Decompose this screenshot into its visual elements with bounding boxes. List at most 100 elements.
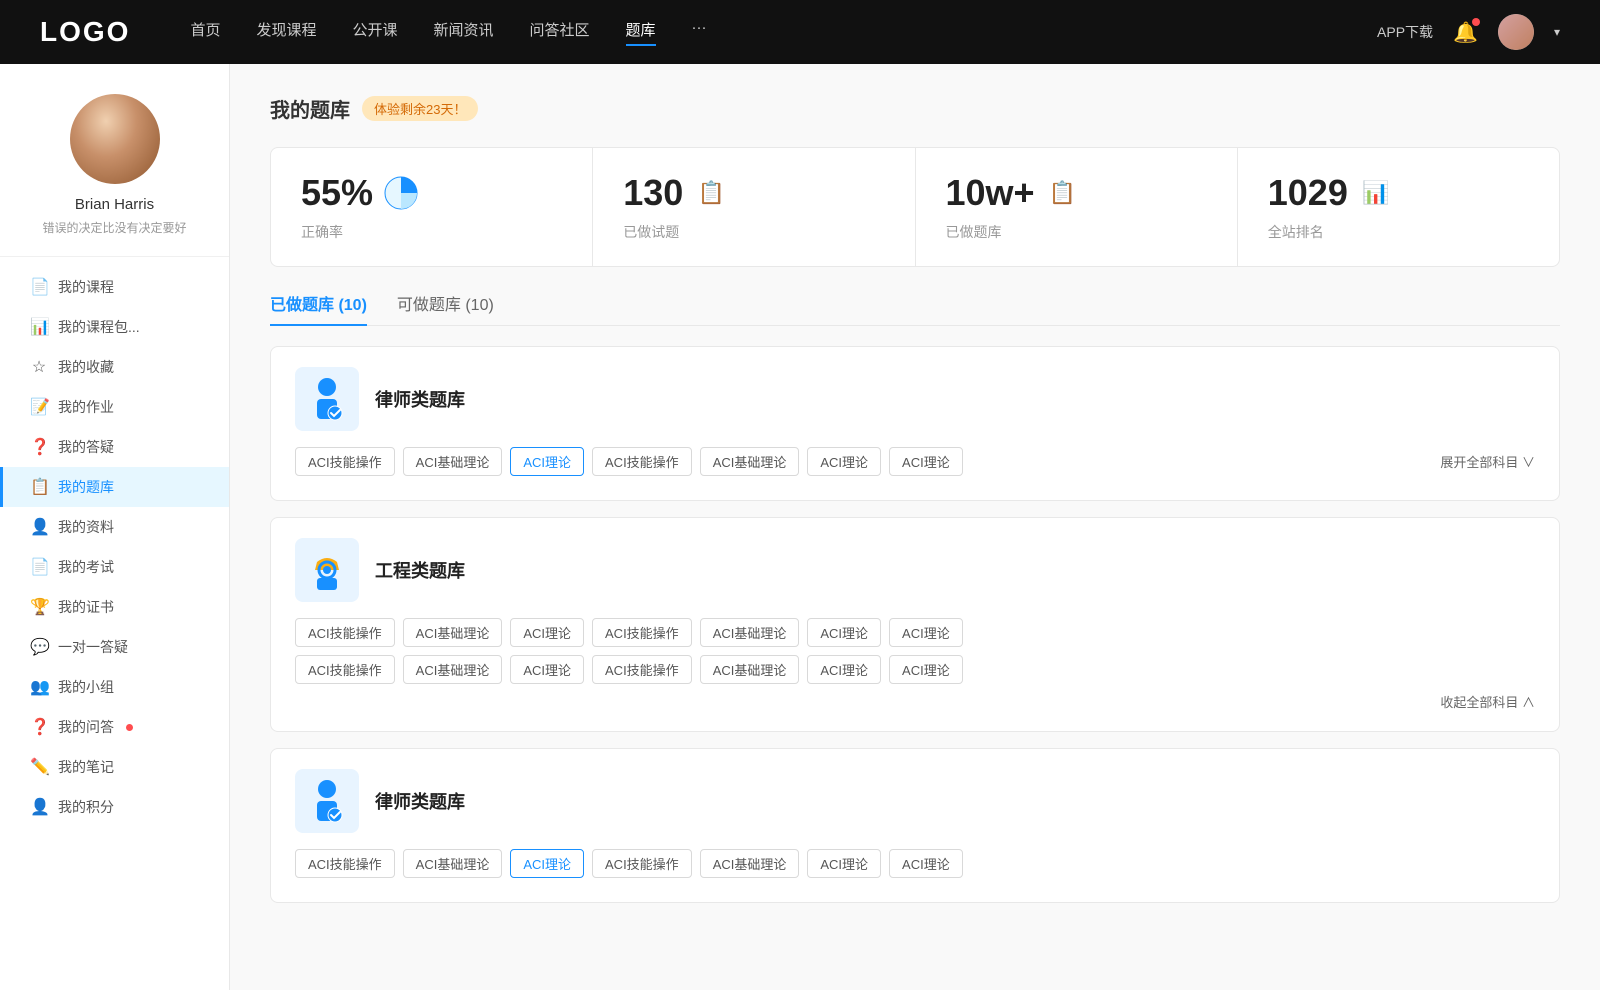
sidebar-item-1[interactable]: 📊 我的课程包... xyxy=(0,307,229,347)
tag-1-0[interactable]: ACI技能操作 xyxy=(295,618,395,647)
tag2-1-2[interactable]: ACI理论 xyxy=(510,655,584,684)
tag-2-2[interactable]: ACI理论 xyxy=(510,849,584,878)
avatar xyxy=(70,94,160,184)
layout: Brian Harris 错误的决定比没有决定要好 📄 我的课程 📊 我的课程包… xyxy=(0,64,1600,990)
engineer-icon xyxy=(307,546,347,594)
tag-0-2[interactable]: ACI理论 xyxy=(510,447,584,476)
tag2-1-1[interactable]: ACI基础理论 xyxy=(403,655,503,684)
tag-0-1[interactable]: ACI基础理论 xyxy=(403,447,503,476)
stat-icon-0 xyxy=(383,175,419,211)
bank-card-2: 律师类题库 ACI技能操作ACI基础理论ACI理论ACI技能操作ACI基础理论A… xyxy=(270,748,1560,903)
tag-0-3[interactable]: ACI技能操作 xyxy=(592,447,692,476)
sidebar-item-9[interactable]: 💬 一对一答疑 xyxy=(0,627,229,667)
tag-1-3[interactable]: ACI技能操作 xyxy=(592,618,692,647)
sidebar-item-3[interactable]: 📝 我的作业 xyxy=(0,387,229,427)
tag-1-2[interactable]: ACI理论 xyxy=(510,618,584,647)
stat-top-3: 1029 📊 xyxy=(1268,172,1529,214)
stat-card-0: 55% 正确率 xyxy=(271,148,593,266)
nav-item-5[interactable]: 题库 xyxy=(626,19,656,46)
expand-link-0[interactable]: 展开全部科目 ∨ xyxy=(1440,452,1535,471)
tag-0-4[interactable]: ACI基础理论 xyxy=(700,447,800,476)
tag-1-4[interactable]: ACI基础理论 xyxy=(700,618,800,647)
tag-1-6[interactable]: ACI理论 xyxy=(889,618,963,647)
tag-2-6[interactable]: ACI理论 xyxy=(889,849,963,878)
tag-2-0[interactable]: ACI技能操作 xyxy=(295,849,395,878)
nav-menu: 首页 发现课程 公开课 新闻资讯 问答社区 题库 ··· xyxy=(190,19,1377,46)
sidebar-item-8[interactable]: 🏆 我的证书 xyxy=(0,587,229,627)
stat-card-1: 130 📋 已做试题 xyxy=(593,148,915,266)
tag-1-5[interactable]: ACI理论 xyxy=(807,618,881,647)
doc-green-icon: 📋 xyxy=(698,180,725,206)
tab-0[interactable]: 已做题库 (10) xyxy=(270,291,367,325)
sidebar-item-10[interactable]: 👥 我的小组 xyxy=(0,667,229,707)
pie-chart-icon xyxy=(383,175,419,211)
tab-1[interactable]: 可做题库 (10) xyxy=(397,291,494,325)
tag-0-0[interactable]: ACI技能操作 xyxy=(295,447,395,476)
menu-label-13: 我的积分 xyxy=(58,797,114,817)
tag-1-1[interactable]: ACI基础理论 xyxy=(403,618,503,647)
stat-value-0: 55% xyxy=(301,172,373,214)
collapse-link-1[interactable]: 收起全部科目 ∧ xyxy=(295,692,1535,711)
tag-2-4[interactable]: ACI基础理论 xyxy=(700,849,800,878)
menu-label-1: 我的课程包... xyxy=(58,317,140,337)
sidebar-item-6[interactable]: 👤 我的资料 xyxy=(0,507,229,547)
tag2-1-5[interactable]: ACI理论 xyxy=(807,655,881,684)
stat-label-3: 全站排名 xyxy=(1268,222,1529,242)
menu-label-0: 我的课程 xyxy=(58,277,114,297)
stat-icon-3: 📊 xyxy=(1358,175,1394,211)
sidebar-item-12[interactable]: ✏️ 我的笔记 xyxy=(0,747,229,787)
doc-yellow-icon: 📋 xyxy=(1049,180,1076,206)
sidebar-item-4[interactable]: ❓ 我的答疑 xyxy=(0,427,229,467)
tag-2-3[interactable]: ACI技能操作 xyxy=(592,849,692,878)
menu-icon-8: 🏆 xyxy=(30,597,48,617)
logo[interactable]: LOGO xyxy=(40,16,130,48)
sidebar-item-5[interactable]: 📋 我的题库 xyxy=(0,467,229,507)
tabs-row: 已做题库 (10) 可做题库 (10) xyxy=(270,291,1560,326)
nav-item-6[interactable]: ··· xyxy=(692,19,707,46)
bank-icon-1 xyxy=(295,538,359,602)
tag2-1-4[interactable]: ACI基础理论 xyxy=(700,655,800,684)
menu-label-11: 我的问答 xyxy=(58,717,114,737)
trial-badge: 体验剩余23天！ xyxy=(362,96,478,121)
menu-icon-6: 👤 xyxy=(30,517,48,537)
sidebar-item-0[interactable]: 📄 我的课程 xyxy=(0,267,229,307)
menu-icon-9: 💬 xyxy=(30,637,48,657)
tag-0-5[interactable]: ACI理论 xyxy=(807,447,881,476)
menu-label-4: 我的答疑 xyxy=(58,437,114,457)
nav-item-2[interactable]: 公开课 xyxy=(352,19,397,46)
menu-label-2: 我的收藏 xyxy=(58,357,114,377)
menu-label-12: 我的笔记 xyxy=(58,757,114,777)
bank-title-1: 工程类题库 xyxy=(375,557,465,583)
menu-icon-13: 👤 xyxy=(30,797,48,817)
nav-item-1[interactable]: 发现课程 xyxy=(256,19,316,46)
sidebar-item-7[interactable]: 📄 我的考试 xyxy=(0,547,229,587)
bank-card-header-1: 工程类题库 xyxy=(295,538,1535,602)
stat-card-2: 10w+ 📋 已做题库 xyxy=(916,148,1238,266)
sidebar: Brian Harris 错误的决定比没有决定要好 📄 我的课程 📊 我的课程包… xyxy=(0,64,230,990)
page-title: 我的题库 xyxy=(270,94,350,123)
nav-item-4[interactable]: 问答社区 xyxy=(530,19,590,46)
sidebar-item-11[interactable]: ❓ 我的问答 xyxy=(0,707,229,747)
tag2-1-0[interactable]: ACI技能操作 xyxy=(295,655,395,684)
menu-label-5: 我的题库 xyxy=(58,477,114,497)
user-menu-chevron[interactable]: ▾ xyxy=(1554,25,1560,39)
menu-icon-1: 📊 xyxy=(30,317,48,337)
nav-item-3[interactable]: 新闻资讯 xyxy=(434,19,494,46)
app-download-button[interactable]: APP下载 xyxy=(1377,22,1433,42)
tag-2-1[interactable]: ACI基础理论 xyxy=(403,849,503,878)
sidebar-username: Brian Harris xyxy=(20,196,209,213)
tag-2-5[interactable]: ACI理论 xyxy=(807,849,881,878)
stat-icon-1: 📋 xyxy=(693,175,729,211)
user-avatar-nav[interactable] xyxy=(1498,14,1534,50)
notification-bell[interactable]: 🔔 xyxy=(1453,20,1478,45)
stat-label-0: 正确率 xyxy=(301,222,562,242)
sidebar-item-13[interactable]: 👤 我的积分 xyxy=(0,787,229,827)
nav-item-0[interactable]: 首页 xyxy=(190,19,220,46)
tags-row-1: ACI技能操作ACI基础理论ACI理论ACI技能操作ACI基础理论ACI理论AC… xyxy=(295,618,1535,647)
tag2-1-6[interactable]: ACI理论 xyxy=(889,655,963,684)
bank-card-0: 律师类题库 ACI技能操作ACI基础理论ACI理论ACI技能操作ACI基础理论A… xyxy=(270,346,1560,501)
tag-0-6[interactable]: ACI理论 xyxy=(889,447,963,476)
tag2-1-3[interactable]: ACI技能操作 xyxy=(592,655,692,684)
menu-icon-10: 👥 xyxy=(30,677,48,697)
sidebar-item-2[interactable]: ☆ 我的收藏 xyxy=(0,347,229,387)
